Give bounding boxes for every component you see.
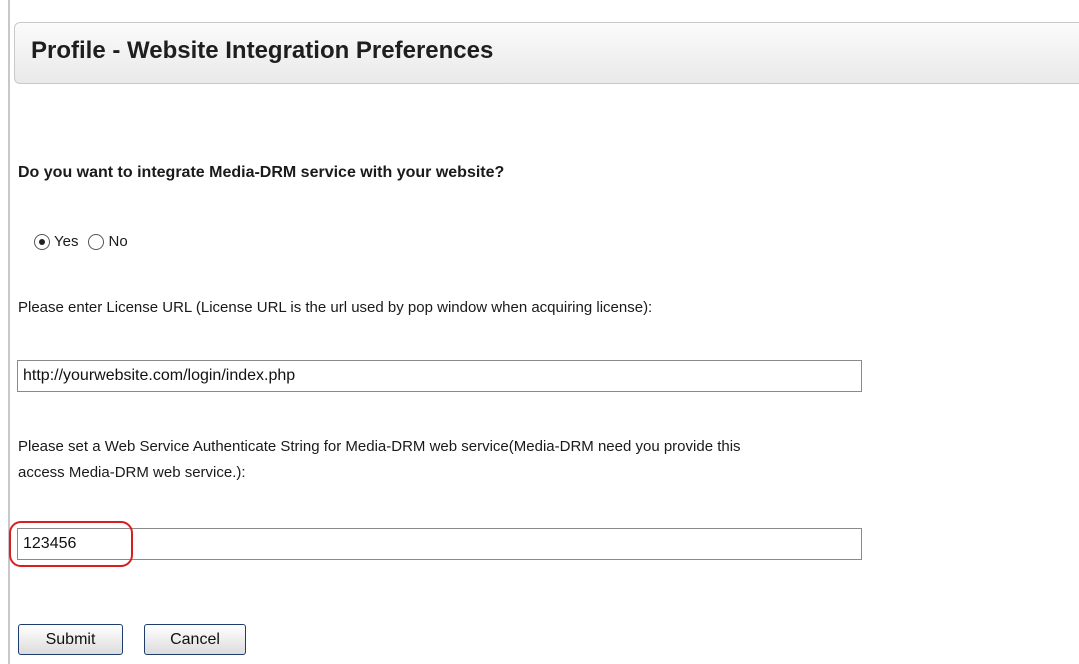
no-radio-label[interactable]: No	[108, 233, 127, 250]
section-header: Profile - Website Integration Preference…	[14, 22, 1079, 84]
highlight-annotation	[9, 521, 133, 567]
yes-radio-label[interactable]: Yes	[54, 233, 78, 250]
page-frame	[8, 0, 1079, 664]
license-url-input[interactable]	[17, 360, 862, 392]
cancel-button[interactable]: Cancel	[144, 624, 246, 655]
auth-string-label-line2: access Media-DRM web service.):	[18, 464, 246, 481]
no-radio[interactable]	[88, 233, 105, 250]
integration-radio-group: Yes No	[34, 233, 138, 250]
yes-radio[interactable]	[34, 233, 50, 250]
auth-string-input[interactable]	[17, 528, 862, 560]
page-title: Profile - Website Integration Preference…	[31, 37, 494, 64]
submit-button[interactable]: Submit	[18, 624, 123, 655]
integration-question: Do you want to integrate Media-DRM servi…	[18, 164, 505, 181]
license-url-label: Please enter License URL (License URL is…	[18, 299, 653, 316]
auth-string-label-line1: Please set a Web Service Authenticate St…	[18, 438, 741, 455]
